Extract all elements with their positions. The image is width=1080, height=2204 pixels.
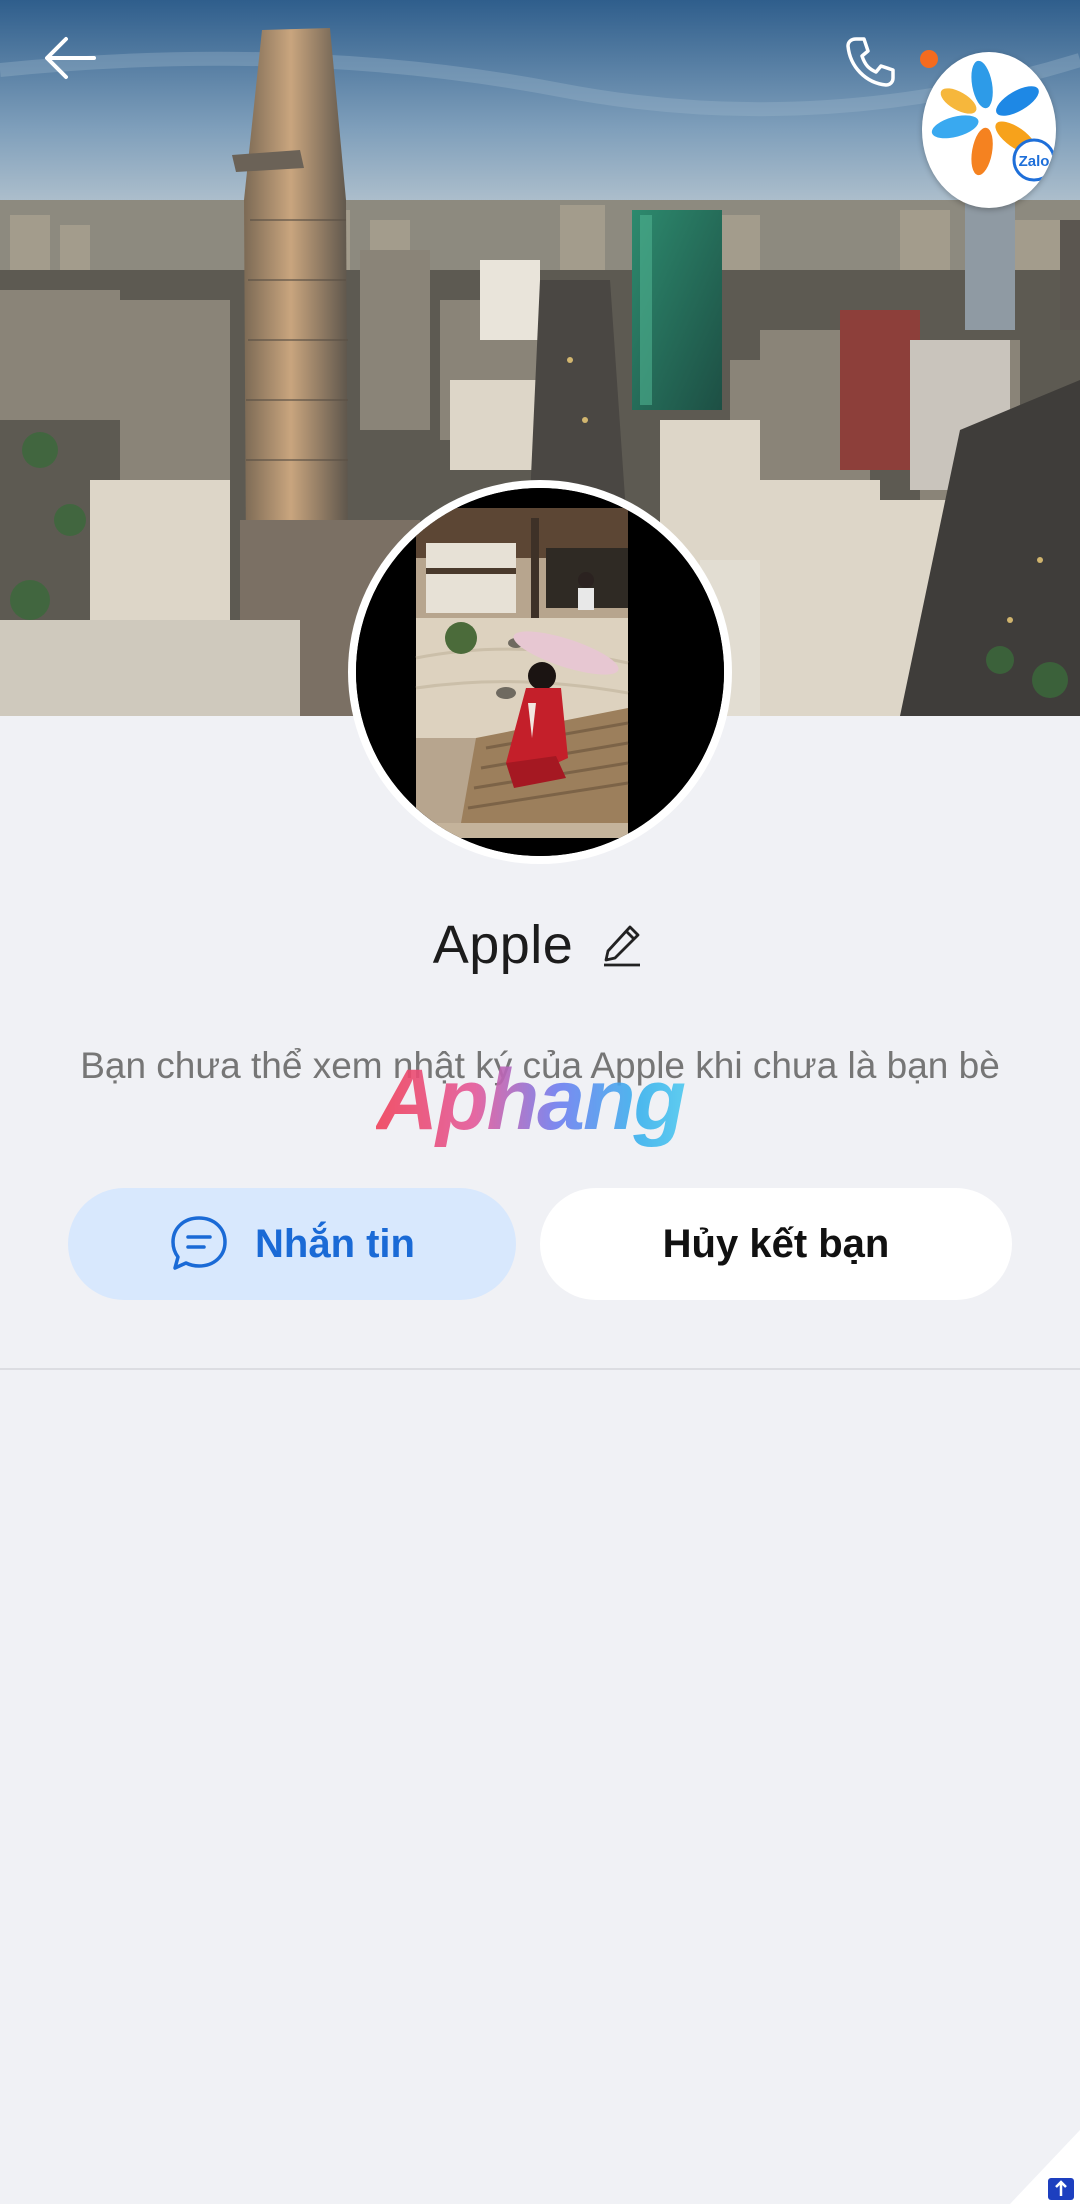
message-button[interactable]: Nhắn tin	[68, 1188, 516, 1300]
corner-widget-icon	[1010, 2130, 1080, 2204]
watermark-text: Aphang	[376, 1052, 706, 1148]
profile-screen: Zalo Apple Bạn chưa thể xem khi chưa là …	[0, 0, 1080, 2204]
phone-icon	[846, 37, 895, 87]
unfriend-button[interactable]: Hủy kết bạn	[540, 1188, 1012, 1300]
avatar[interactable]	[348, 480, 732, 864]
chat-bubble-icon	[171, 1216, 227, 1270]
profile-name: Apple	[432, 915, 574, 975]
call-button[interactable]	[842, 34, 914, 106]
zalo-logo-icon: Zalo	[931, 60, 1056, 182]
pencil-icon	[604, 925, 641, 967]
edit-name-button[interactable]	[597, 920, 647, 970]
arrow-left-icon	[45, 37, 96, 79]
unfriend-button-label: Hủy kết bạn	[662, 1221, 890, 1266]
zalo-logo-text: Zalo	[1019, 153, 1050, 170]
profile-name-row: Apple	[0, 905, 1080, 985]
back-button[interactable]	[44, 36, 116, 108]
section-divider	[0, 1368, 1080, 1370]
zalo-logo: Zalo	[922, 52, 1056, 208]
avatar-image	[356, 488, 724, 856]
corner-widget[interactable]	[1010, 2130, 1080, 2204]
message-button-label: Nhắn tin	[255, 1221, 415, 1266]
avatar-photo	[356, 488, 724, 856]
